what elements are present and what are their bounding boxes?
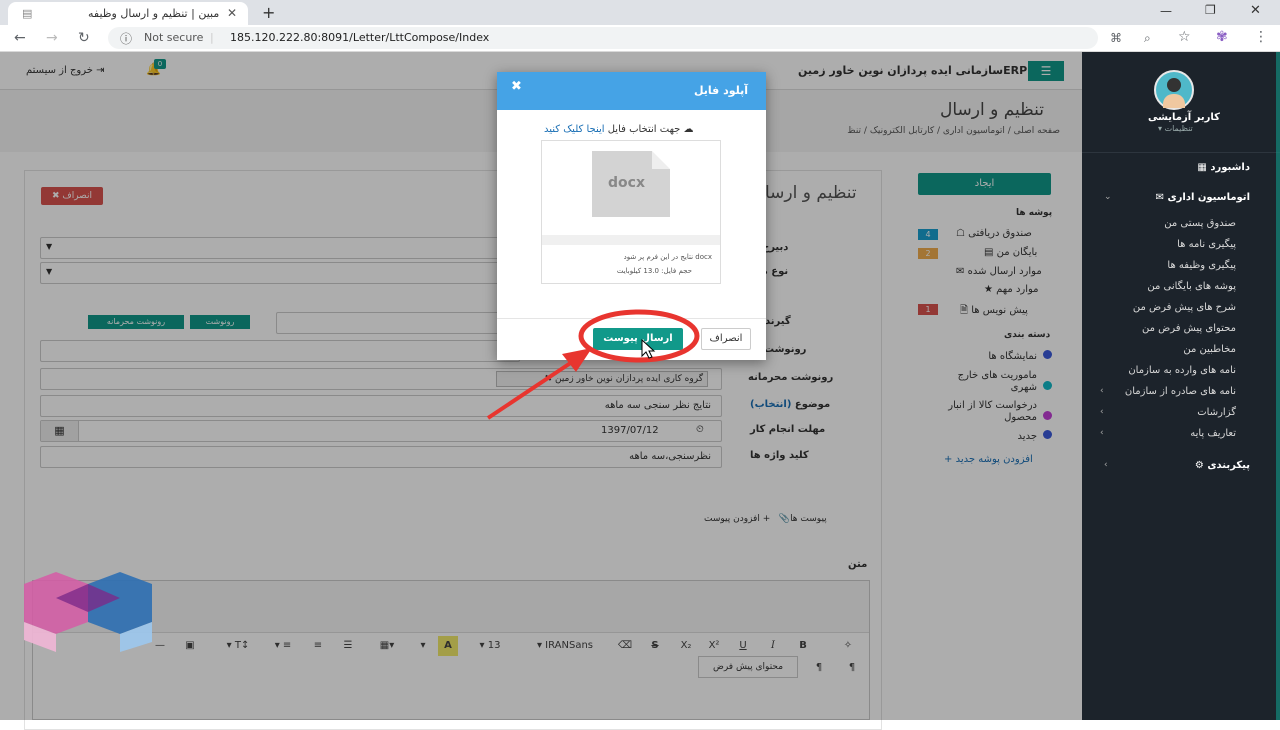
annotation-layer [486,309,700,420]
annotation-arrow-head [562,348,592,372]
watermark-logo [24,572,152,652]
highlight-ring [578,309,700,363]
annotation-arrow-line [486,360,574,420]
mouse-cursor-icon [641,338,656,359]
